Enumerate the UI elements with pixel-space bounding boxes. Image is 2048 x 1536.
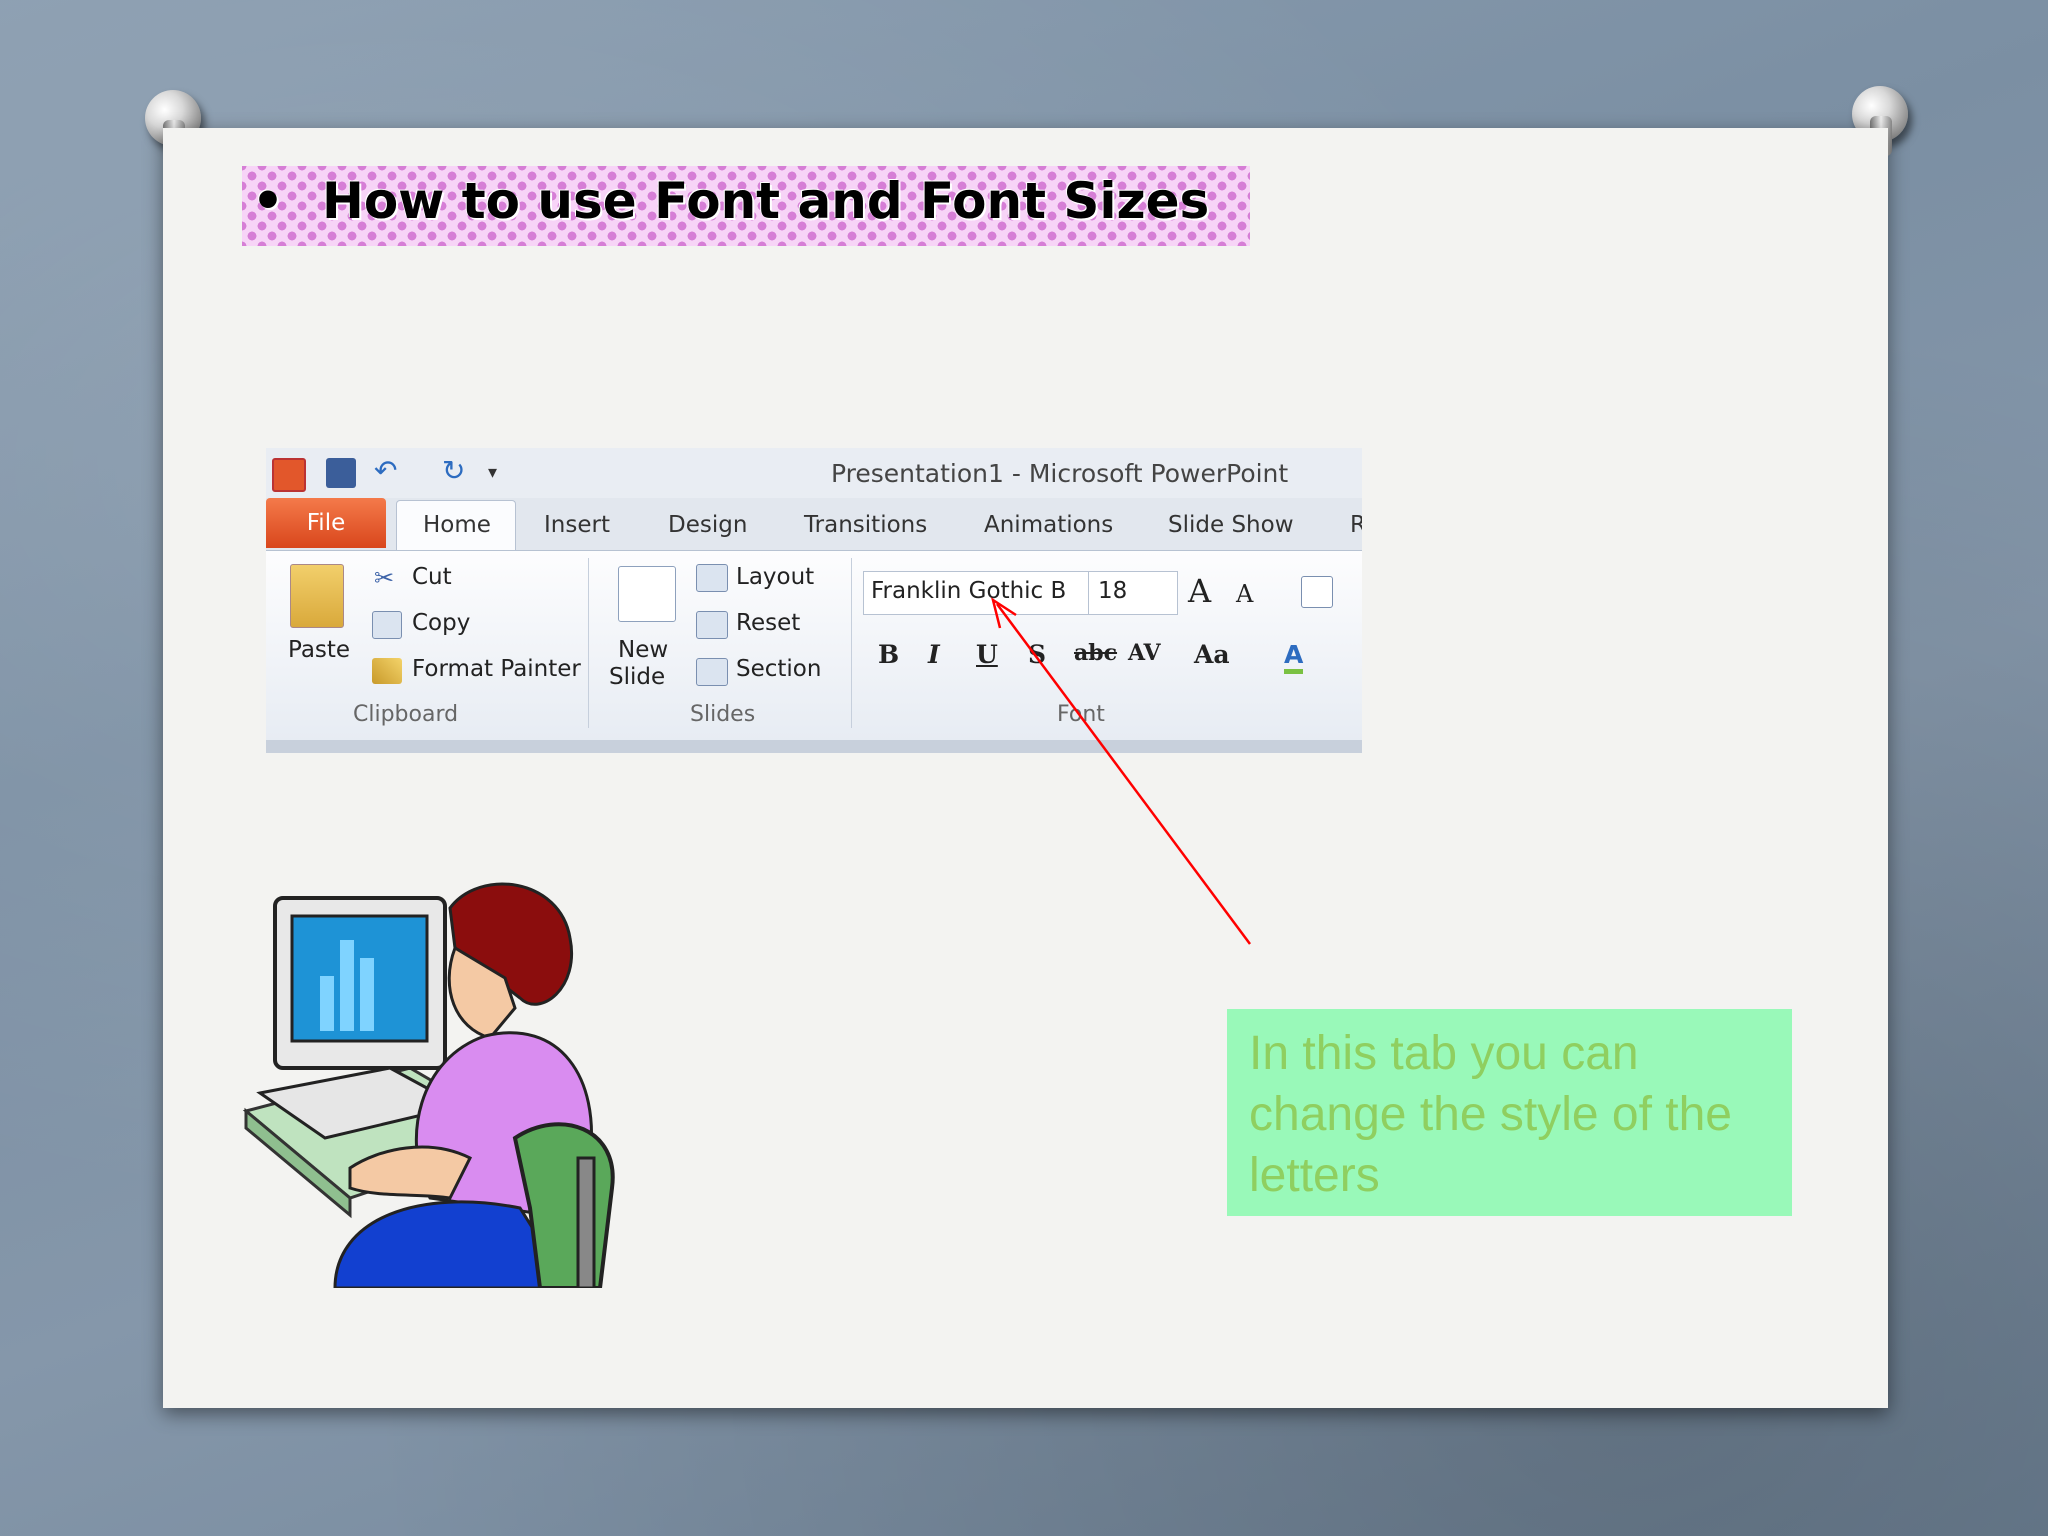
bold-button[interactable]: B [878, 640, 899, 669]
new-slide-line2[interactable]: Slide [609, 664, 665, 690]
new-slide-line1[interactable]: New [618, 637, 668, 663]
copy-icon [372, 611, 402, 639]
shrink-font-icon[interactable]: A [1236, 580, 1253, 608]
copy-button[interactable]: Copy [412, 610, 470, 636]
slide-title: • How to use Font and Font Sizes [252, 172, 1209, 230]
scissors-icon: ✂ [374, 564, 395, 592]
font-size-value: 18 [1098, 578, 1128, 604]
ribbon-bottom-bar [266, 740, 1362, 753]
callout-box: In this tab you can change the style of … [1227, 1009, 1792, 1216]
format-painter-icon [372, 658, 402, 684]
save-icon[interactable] [326, 458, 356, 488]
powerpoint-logo-icon [272, 458, 306, 492]
strikethrough-button[interactable]: abc [1074, 640, 1117, 666]
layout-icon [696, 564, 728, 592]
window-title: Presentation1 - Microsoft PowerPoint [831, 459, 1289, 488]
tab-review[interactable]: R [1350, 512, 1362, 538]
tab-file[interactable]: File [266, 498, 386, 548]
section-icon [696, 658, 728, 686]
format-painter-button[interactable]: Format Painter [412, 656, 581, 682]
tab-transitions[interactable]: Transitions [804, 512, 927, 538]
woman-at-computer-clipart [242, 882, 615, 1288]
title-bullet: • [252, 172, 284, 230]
italic-button[interactable]: I [928, 640, 940, 669]
redo-icon[interactable]: ↻ [442, 457, 472, 488]
reset-button[interactable]: Reset [736, 610, 800, 636]
paste-icon[interactable] [290, 564, 344, 628]
quick-access-toolbar: ↶ ↻ ▾ Presentation1 - Microsoft PowerPoi… [266, 448, 1362, 498]
font-color-button[interactable]: A [1284, 640, 1304, 674]
change-case-button[interactable]: Aa [1194, 640, 1230, 669]
character-spacing-button[interactable]: AV [1128, 640, 1161, 666]
tab-home[interactable]: Home [423, 512, 491, 538]
text-shadow-button[interactable]: S [1028, 640, 1046, 669]
tab-animations[interactable]: Animations [984, 512, 1113, 538]
grow-font-icon[interactable]: A [1188, 572, 1211, 610]
undo-icon[interactable]: ↶ [374, 457, 404, 488]
underline-button[interactable]: U [976, 640, 998, 669]
callout-text: In this tab you can change the style of … [1249, 1027, 1732, 1202]
font-group-label: Font [1057, 702, 1105, 727]
tab-design[interactable]: Design [668, 512, 747, 538]
reset-icon [696, 611, 728, 639]
cut-button[interactable]: Cut [412, 564, 452, 590]
tab-slide-show[interactable]: Slide Show [1168, 512, 1294, 538]
title-text: How to use Font and Font Sizes [321, 172, 1210, 230]
layout-button[interactable]: Layout [736, 564, 814, 590]
clipboard-group-label: Clipboard [353, 702, 459, 727]
group-separator [851, 558, 852, 728]
group-separator [588, 558, 589, 728]
ribbon-screenshot: ↶ ↻ ▾ Presentation1 - Microsoft PowerPoi… [266, 448, 1362, 753]
tab-insert[interactable]: Insert [544, 512, 610, 538]
slides-group-label: Slides [690, 702, 756, 727]
new-slide-icon[interactable] [618, 566, 676, 622]
customize-qat-icon[interactable]: ▾ [488, 458, 518, 488]
clear-formatting-icon[interactable] [1301, 576, 1333, 608]
section-button[interactable]: Section [736, 656, 821, 682]
paste-button[interactable]: Paste [288, 637, 350, 663]
font-name-value: Franklin Gothic B [871, 578, 1067, 604]
